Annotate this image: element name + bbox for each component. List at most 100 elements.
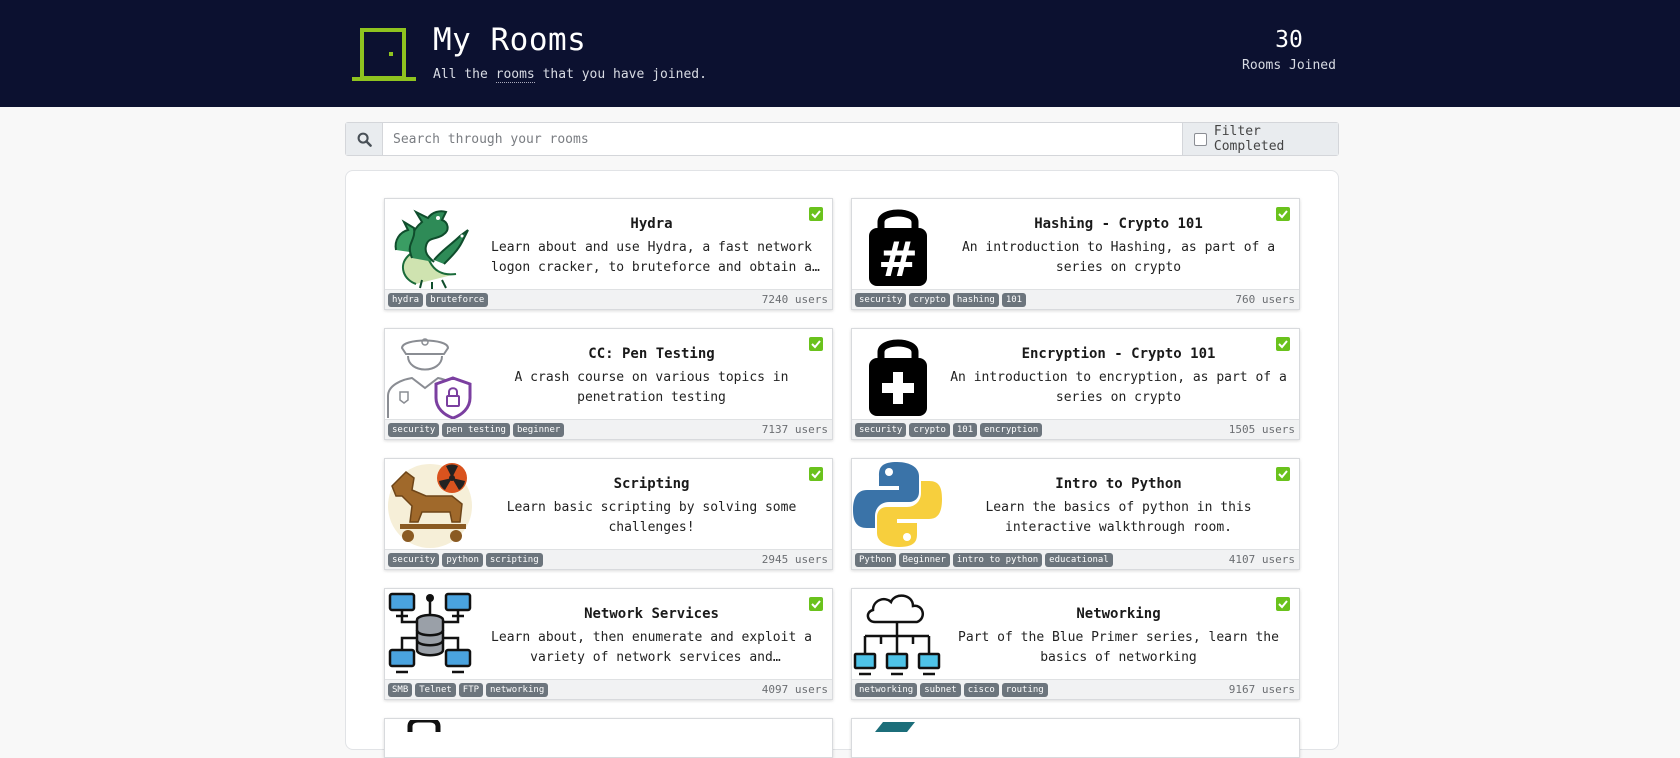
room-tag[interactable]: intro to python xyxy=(952,552,1043,567)
room-tag[interactable]: hydra xyxy=(388,292,424,307)
room-tags: security pen testing beginner xyxy=(388,422,762,437)
rooms-joined-stat: 30 Rooms Joined xyxy=(1230,27,1348,73)
page-subtitle: All the rooms that you have joined. xyxy=(433,67,707,83)
room-card[interactable] xyxy=(851,718,1300,758)
search-button[interactable] xyxy=(346,123,383,155)
room-tag[interactable]: crypto xyxy=(909,422,950,437)
room-name[interactable]: Intro to Python xyxy=(1055,476,1181,492)
room-tag[interactable]: networking xyxy=(855,682,918,697)
room-card[interactable] xyxy=(384,718,833,758)
room-tag[interactable]: scripting xyxy=(485,552,543,567)
room-card-footer: security python scripting 2945 users xyxy=(385,549,832,569)
room-card[interactable]: CC: Pen Testing A crash course on variou… xyxy=(384,328,833,440)
room-tag[interactable]: encryption xyxy=(980,422,1043,437)
room-users-count: 2945 users xyxy=(761,553,828,566)
room-tag[interactable]: 101 xyxy=(952,422,978,437)
rooms-joined-count: 30 xyxy=(1275,27,1303,53)
security-guard-icon xyxy=(387,338,472,419)
room-tag[interactable]: networking xyxy=(486,682,549,697)
filter-completed-toggle[interactable]: Filter Completed xyxy=(1182,123,1338,155)
page-header: My Rooms All the rooms that you have joi… xyxy=(0,0,1680,107)
room-description: An introduction to Hashing, as part of a… xyxy=(961,240,1276,275)
room-name[interactable]: Network Services xyxy=(584,606,719,622)
room-card-body: Network Services Learn about, then enume… xyxy=(477,593,826,681)
subtitle-text: All the xyxy=(433,67,496,82)
rooms-panel: Hydra Learn about and use Hydra, a fast … xyxy=(345,170,1339,758)
subtitle-text-end: that you have joined. xyxy=(534,67,707,82)
room-card-footer: security crypto hashing 101 760 users xyxy=(852,289,1299,309)
room-tag[interactable]: pen testing xyxy=(442,422,510,437)
door-icon xyxy=(352,28,416,81)
room-tags: hydra bruteforce xyxy=(388,292,762,307)
room-tag[interactable]: educational xyxy=(1045,552,1113,567)
room-card[interactable]: # Hashing - Crypto 101 An introduction t… xyxy=(851,198,1300,310)
room-description: Learn the basics of python in this inter… xyxy=(985,500,1252,535)
room-card-body: Scripting Learn basic scripting by solvi… xyxy=(477,463,826,551)
room-card-body: Hashing - Crypto 101 An introduction to … xyxy=(944,203,1293,291)
page-title: My Rooms xyxy=(433,22,587,58)
cloud-network-icon xyxy=(853,594,941,676)
room-card-body: Intro to Python Learn the basics of pyth… xyxy=(944,463,1293,551)
room-tags: security crypto hashing 101 xyxy=(855,292,1235,307)
room-card[interactable]: Encryption - Crypto 101 An introduction … xyxy=(851,328,1300,440)
room-tags: Python Beginner intro to python educatio… xyxy=(855,552,1229,567)
room-tag[interactable]: Beginner xyxy=(898,552,950,567)
trojan-horse-icon xyxy=(388,463,472,548)
room-tag[interactable]: SMB xyxy=(388,682,413,697)
room-tag[interactable]: security xyxy=(855,292,907,307)
network-database-icon xyxy=(388,592,472,674)
completed-check-icon xyxy=(809,597,823,611)
room-name[interactable]: Scripting xyxy=(614,476,690,492)
room-card[interactable]: Network Services Learn about, then enume… xyxy=(384,588,833,700)
hash-lock-icon: # xyxy=(869,209,927,288)
room-tag[interactable]: security xyxy=(855,422,907,437)
rooms-link[interactable]: rooms xyxy=(495,67,535,83)
completed-check-icon xyxy=(1276,597,1290,611)
room-card[interactable]: Hydra Learn about and use Hydra, a fast … xyxy=(384,198,833,310)
room-tag[interactable]: cisco xyxy=(963,682,999,697)
room-description: Learn basic scripting by solving some ch… xyxy=(506,500,797,535)
room-users-count: 7137 users xyxy=(761,423,828,436)
room-tag[interactable]: crypto xyxy=(909,292,950,307)
room-tag[interactable]: python xyxy=(442,552,483,567)
room-card-footer: Python Beginner intro to python educatio… xyxy=(852,549,1299,569)
room-users-count: 4107 users xyxy=(1228,553,1295,566)
completed-check-icon xyxy=(809,337,823,351)
python-logo-icon xyxy=(853,462,942,547)
room-tag[interactable]: beginner xyxy=(512,422,565,437)
svg-text:#: # xyxy=(878,232,918,288)
room-tags: security crypto 101 encryption xyxy=(855,422,1229,437)
room-name[interactable]: Hydra xyxy=(630,216,672,232)
room-tag[interactable]: security xyxy=(388,422,440,437)
room-name[interactable]: Encryption - Crypto 101 xyxy=(1022,346,1216,362)
room-tag[interactable]: 101 xyxy=(1001,292,1027,307)
room-tag[interactable]: routing xyxy=(1001,682,1048,697)
room-tag[interactable]: FTP xyxy=(458,682,484,697)
room-card-body: Hydra Learn about and use Hydra, a fast … xyxy=(477,203,826,291)
room-tag[interactable]: subnet xyxy=(920,682,961,697)
filter-completed-checkbox[interactable] xyxy=(1194,132,1207,146)
room-tag[interactable]: hashing xyxy=(952,292,999,307)
search-input[interactable] xyxy=(383,123,1182,155)
room-name[interactable]: Networking xyxy=(1076,606,1160,622)
room-thumbnail-icon xyxy=(407,720,441,732)
room-card[interactable]: Networking Part of the Blue Primer serie… xyxy=(851,588,1300,700)
room-tag[interactable]: bruteforce xyxy=(426,292,489,307)
completed-check-icon xyxy=(1276,207,1290,221)
room-description: Learn about and use Hydra, a fast networ… xyxy=(491,240,812,275)
room-users-count: 4097 users xyxy=(761,683,828,696)
room-card[interactable]: Intro to Python Learn the basics of pyth… xyxy=(851,458,1300,570)
filter-completed-label: Filter Completed xyxy=(1213,124,1285,154)
room-card-footer: security crypto 101 encryption 1505 user… xyxy=(852,419,1299,439)
room-card[interactable]: Scripting Learn basic scripting by solvi… xyxy=(384,458,833,570)
room-name[interactable]: CC: Pen Testing xyxy=(588,346,714,362)
room-tag[interactable]: security xyxy=(388,552,440,567)
room-thumbnail-icon xyxy=(875,722,915,732)
search-icon xyxy=(357,132,372,147)
room-tag[interactable]: Python xyxy=(855,552,896,567)
room-card-body: Networking Part of the Blue Primer serie… xyxy=(944,593,1293,681)
room-tag[interactable]: Telnet xyxy=(415,682,456,697)
room-tags: security python scripting xyxy=(388,552,762,567)
room-name[interactable]: Hashing - Crypto 101 xyxy=(1034,216,1203,232)
room-description: A crash course on various topics in pene… xyxy=(514,370,789,405)
